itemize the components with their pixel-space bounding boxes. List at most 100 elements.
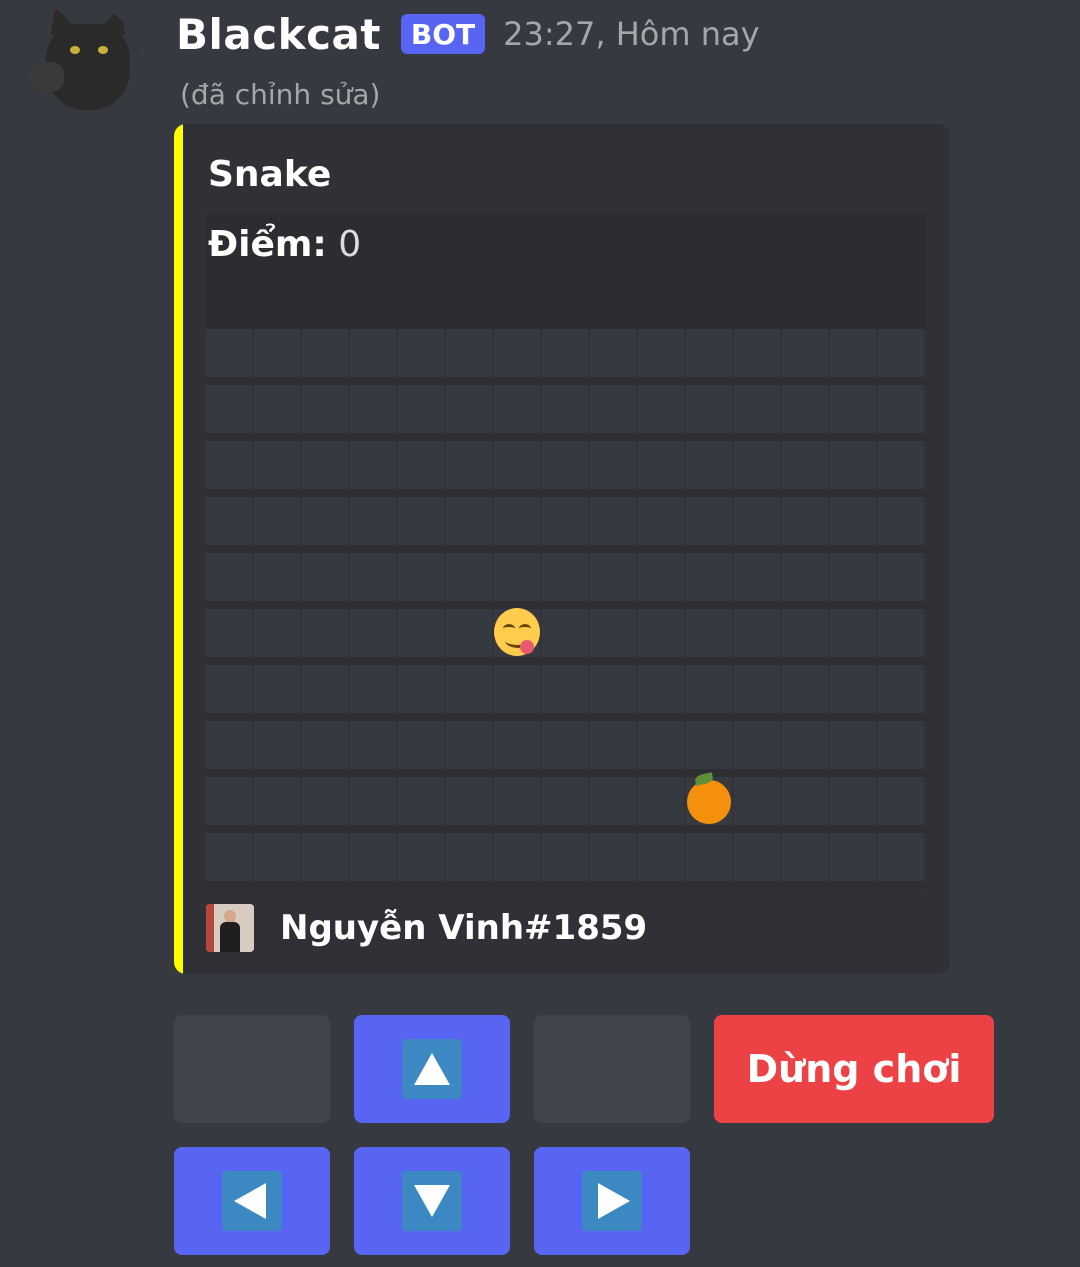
board-cell [734, 777, 782, 833]
left-arrow-icon [222, 1171, 282, 1231]
board-cell [446, 497, 494, 553]
board-cell [350, 665, 398, 721]
bot-tag: BOT [400, 14, 486, 54]
cat-paw [30, 62, 64, 92]
board-cell [398, 777, 446, 833]
board-cell [398, 385, 446, 441]
board-cell [638, 721, 686, 777]
board-cell [782, 441, 830, 497]
game-embed: Snake Điểm: 0 Nguyễn Vinh#1859 [174, 124, 950, 974]
board-cell [446, 385, 494, 441]
board-cell [782, 833, 830, 889]
board-cell [878, 665, 926, 721]
board-cell [302, 609, 350, 665]
board-cell [782, 721, 830, 777]
board-cell [830, 329, 878, 385]
board-cell [638, 497, 686, 553]
board-cell [350, 329, 398, 385]
board-cell [254, 385, 302, 441]
embed-footer: Nguyễn Vinh#1859 [206, 904, 647, 952]
board-cell [590, 497, 638, 553]
board-cell [254, 553, 302, 609]
board-cell [446, 721, 494, 777]
board-cell [686, 833, 734, 889]
board-cell [398, 553, 446, 609]
board-cell [686, 665, 734, 721]
board-cell [590, 777, 638, 833]
board-cell [878, 777, 926, 833]
footer-avatar [206, 904, 254, 952]
bot-avatar[interactable] [26, 4, 138, 116]
board-cell [302, 385, 350, 441]
board-cell [254, 833, 302, 889]
board-cell [638, 329, 686, 385]
board-cell [734, 553, 782, 609]
board-cell [590, 385, 638, 441]
board-cell [350, 497, 398, 553]
cat-eye [70, 46, 80, 54]
board-cell [254, 721, 302, 777]
board-cell [542, 721, 590, 777]
food-icon [687, 772, 731, 824]
board-cell [350, 833, 398, 889]
board-cell [398, 329, 446, 385]
stop-game-button[interactable]: Dừng chơi [714, 1015, 994, 1123]
board-cell [686, 329, 734, 385]
board-cell [494, 777, 542, 833]
board-cell [878, 833, 926, 889]
up-arrow-button[interactable] [354, 1015, 510, 1123]
board-cell [302, 329, 350, 385]
board-cell [878, 329, 926, 385]
board-cell [206, 497, 254, 553]
board-cell [254, 665, 302, 721]
board-cell [830, 441, 878, 497]
board-cell [590, 721, 638, 777]
down-arrow-button[interactable] [354, 1147, 510, 1255]
board-cell [878, 385, 926, 441]
up-arrow-icon [402, 1039, 462, 1099]
board-cell [206, 721, 254, 777]
board-cell [590, 329, 638, 385]
board-cell [446, 609, 494, 665]
author-name[interactable]: Blackcat [176, 10, 381, 59]
board-cell [878, 553, 926, 609]
board-cell [830, 609, 878, 665]
board-cell [734, 385, 782, 441]
empty-button-left[interactable] [174, 1015, 330, 1123]
board-cell [638, 385, 686, 441]
board-cell [782, 385, 830, 441]
board-cell [542, 665, 590, 721]
game-board [206, 329, 926, 889]
board-cell [494, 441, 542, 497]
board-cell [686, 772, 734, 833]
board-cell [590, 553, 638, 609]
board-cell [398, 721, 446, 777]
left-arrow-button[interactable] [174, 1147, 330, 1255]
cat-eye [98, 46, 108, 54]
board-cell [734, 665, 782, 721]
right-arrow-button[interactable] [534, 1147, 690, 1255]
board-cell [686, 553, 734, 609]
board-cell [494, 497, 542, 553]
board-cell [734, 721, 782, 777]
score-value: 0 [338, 224, 362, 265]
board-cell [830, 497, 878, 553]
board-cell [590, 441, 638, 497]
stop-game-label: Dừng chơi [746, 1047, 962, 1091]
board-cell [782, 553, 830, 609]
board-cell [446, 553, 494, 609]
empty-button-right[interactable] [534, 1015, 690, 1123]
board-cell [590, 609, 638, 665]
board-cell [638, 833, 686, 889]
score-line: Điểm: 0 [208, 224, 361, 265]
right-arrow-icon [582, 1171, 642, 1231]
board-cell [446, 777, 494, 833]
board-cell [542, 329, 590, 385]
board-cell [254, 441, 302, 497]
board-cell [446, 329, 494, 385]
board-cell [350, 609, 398, 665]
board-cell [206, 665, 254, 721]
footer-user: Nguyễn Vinh#1859 [280, 908, 648, 948]
board-cell [686, 609, 734, 665]
board-cell [302, 441, 350, 497]
